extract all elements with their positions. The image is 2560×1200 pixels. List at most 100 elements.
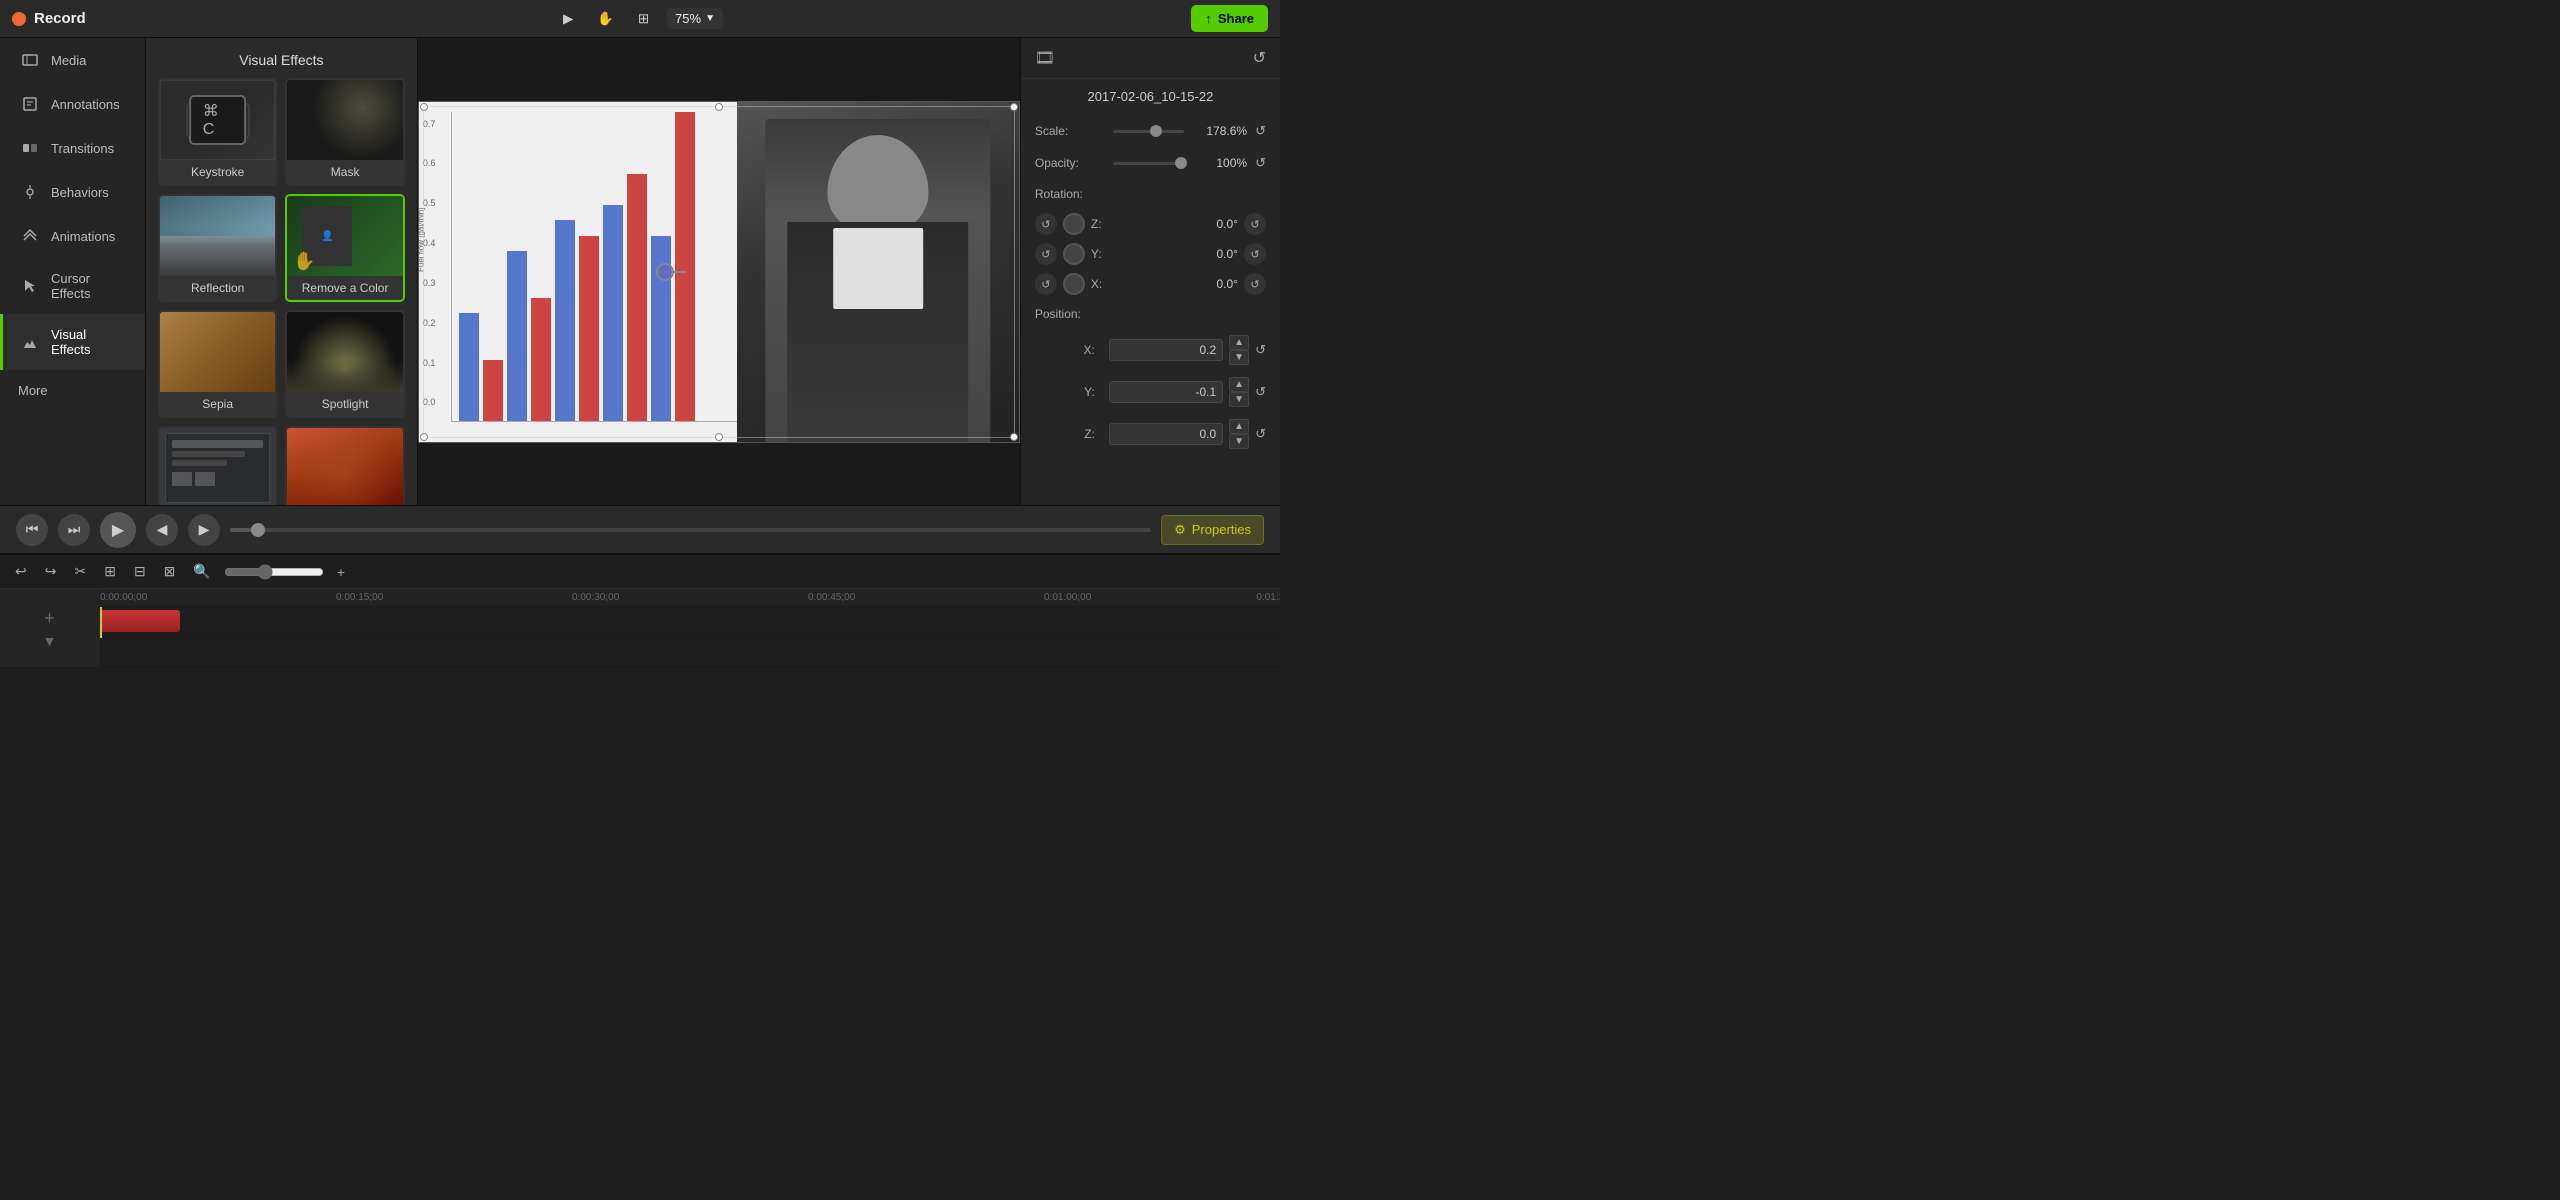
- z-rotation-dial[interactable]: [1063, 213, 1085, 235]
- undo-button[interactable]: ↩: [10, 561, 32, 582]
- sidebar-more[interactable]: More: [0, 370, 145, 411]
- pos-y-reset-button[interactable]: ↺: [1255, 384, 1266, 400]
- timeline-playhead[interactable]: [100, 607, 102, 638]
- effects-grid: ⌘ C ⌘ C Keystroke Mask: [146, 78, 417, 505]
- sidebar-item-transitions[interactable]: Transitions: [0, 126, 145, 170]
- pos-y-up-button[interactable]: ▲: [1229, 377, 1249, 392]
- properties-panel: 🎞 ↺ 2017-02-06_10-15-22 Scale: 178.6% ↺ …: [1020, 38, 1280, 505]
- effect-remove-color[interactable]: 👤 ✋ Remove a Color: [285, 194, 404, 302]
- chart-area: 0.70.60.50.40.30.20.10.0: [419, 102, 749, 442]
- pos-y-spinner[interactable]: ▲ ▼: [1229, 377, 1249, 407]
- sidebar-item-label: Visual Effects: [51, 327, 127, 357]
- pos-x-up-button[interactable]: ▲: [1229, 335, 1249, 350]
- share-button[interactable]: ↑ Share: [1191, 5, 1268, 32]
- properties-button[interactable]: ⚙ Properties: [1161, 515, 1264, 545]
- pos-x-input[interactable]: [1109, 339, 1223, 361]
- y-axis-label: Y:: [1091, 247, 1111, 261]
- zoom-in-button[interactable]: +: [332, 562, 350, 582]
- zoom-slider[interactable]: [224, 564, 324, 580]
- topbar: Record ▶ ✋ ⊞ 75% ▼ ↑ Share: [0, 0, 1280, 38]
- effect-spotlight[interactable]: Spotlight: [285, 310, 404, 418]
- pos-x-reset-button[interactable]: ↺: [1255, 342, 1266, 358]
- zoom-control[interactable]: 75% ▼: [667, 8, 723, 29]
- x-rotation-dial[interactable]: [1063, 273, 1085, 295]
- keystroke-thumb: ⌘ C ⌘ C: [160, 80, 275, 160]
- redo-button[interactable]: ↪: [40, 561, 62, 582]
- rewind-button[interactable]: ⏮: [16, 514, 48, 546]
- z-rotate-ccw-button[interactable]: ↺: [1035, 213, 1057, 235]
- opacity-slider-thumb[interactable]: [1175, 157, 1187, 169]
- copy-button[interactable]: ⊞: [99, 561, 121, 582]
- effect-more1[interactable]: [158, 426, 277, 505]
- playback-timeline[interactable]: [230, 528, 1151, 532]
- y-axis-value: 0.0°: [1117, 247, 1238, 261]
- split-button[interactable]: ⊠: [159, 561, 181, 582]
- sidebar-item-visual-effects[interactable]: Visual Effects: [0, 314, 145, 370]
- y-rotate-ccw-button[interactable]: ↺: [1035, 243, 1057, 265]
- center-handle[interactable]: [656, 263, 674, 281]
- opacity-slider[interactable]: [1113, 162, 1184, 165]
- more-label: More: [18, 383, 48, 398]
- sidebar-item-label: Behaviors: [51, 185, 109, 200]
- x-reset-button[interactable]: ↺: [1244, 273, 1266, 295]
- scale-reset-button[interactable]: ↺: [1255, 123, 1266, 139]
- playback-bar: ⏮ ⏭ ▶ ◀ ▶ ⚙ Properties: [0, 505, 1280, 553]
- film-icon: 🎞: [1035, 48, 1055, 68]
- effect-mask[interactable]: Mask: [285, 78, 404, 186]
- y-reset-button[interactable]: ↺: [1244, 243, 1266, 265]
- gear-icon: ⚙: [1174, 522, 1186, 538]
- effect-more2[interactable]: [285, 426, 404, 505]
- expand-track-button[interactable]: ▼: [43, 633, 57, 649]
- properties-btn-label: Properties: [1192, 522, 1251, 537]
- canvas-area: 0.70.60.50.40.30.20.10.0: [418, 38, 1020, 505]
- add-track-button[interactable]: +: [44, 608, 55, 629]
- sidebar-item-animations[interactable]: Animations: [0, 214, 145, 258]
- crop-tool-btn[interactable]: ⊞: [632, 7, 655, 31]
- sidebar-item-cursor-effects[interactable]: Cursor Effects: [0, 258, 145, 314]
- effect-sepia[interactable]: Sepia: [158, 310, 277, 418]
- z-reset-button[interactable]: ↺: [1244, 213, 1266, 235]
- cut-button[interactable]: ✂: [69, 561, 91, 582]
- play-button[interactable]: ▶: [100, 512, 136, 548]
- record-area: Record: [12, 10, 86, 27]
- ruler-mark-5: 0:01:15;00: [1256, 592, 1280, 603]
- pos-x-down-button[interactable]: ▼: [1229, 350, 1249, 365]
- playback-thumb[interactable]: [251, 523, 265, 537]
- timeline-main: + ▼ 0:00:00;00 0:00:15;00 0:00:30;00 0:0…: [0, 589, 1280, 667]
- pos-z-input[interactable]: [1109, 423, 1223, 445]
- timeline-clip-1[interactable]: [100, 610, 180, 632]
- sidebar-item-media[interactable]: Media: [0, 38, 145, 82]
- pos-z-down-button[interactable]: ▼: [1229, 434, 1249, 449]
- keystroke-label: Keystroke: [160, 160, 275, 184]
- effect-keystroke[interactable]: ⌘ C ⌘ C Keystroke: [158, 78, 277, 186]
- pos-z-spinner[interactable]: ▲ ▼: [1229, 419, 1249, 449]
- pos-y-down-button[interactable]: ▼: [1229, 392, 1249, 407]
- sidebar-item-behaviors[interactable]: Behaviors: [0, 170, 145, 214]
- properties-reset-button[interactable]: ↺: [1253, 48, 1266, 68]
- sidebar-item-label: Annotations: [51, 97, 120, 112]
- opacity-label: Opacity:: [1035, 156, 1105, 170]
- scale-slider-thumb[interactable]: [1150, 125, 1162, 137]
- zoom-out-button[interactable]: 🔍: [188, 561, 215, 582]
- paste-button[interactable]: ⊟: [129, 561, 151, 582]
- pos-x-spinner[interactable]: ▲ ▼: [1229, 335, 1249, 365]
- prev-frame-button[interactable]: ◀: [146, 514, 178, 546]
- sidebar-item-annotations[interactable]: Annotations: [0, 82, 145, 126]
- center-drag-group[interactable]: [656, 271, 686, 273]
- pan-tool-btn[interactable]: ✋: [591, 7, 620, 31]
- timeline-controls: ↩ ↪ ✂ ⊞ ⊟ ⊠ 🔍 +: [0, 555, 1280, 589]
- pos-z-reset-button[interactable]: ↺: [1255, 426, 1266, 442]
- next-frame-button[interactable]: ▶: [188, 514, 220, 546]
- scale-slider[interactable]: [1113, 130, 1184, 133]
- pos-y-input[interactable]: [1109, 381, 1223, 403]
- x-rotate-ccw-button[interactable]: ↺: [1035, 273, 1057, 295]
- opacity-reset-button[interactable]: ↺: [1255, 155, 1266, 171]
- pos-z-up-button[interactable]: ▲: [1229, 419, 1249, 434]
- step-forward-button[interactable]: ⏭: [58, 514, 90, 546]
- effect-reflection[interactable]: Reflection: [158, 194, 277, 302]
- y-rotation-dial[interactable]: [1063, 243, 1085, 265]
- props-scale-row: Scale: 178.6% ↺: [1021, 115, 1280, 147]
- spotlight-thumb: [287, 312, 402, 392]
- sidebar-item-label: Transitions: [51, 141, 114, 156]
- select-tool-btn[interactable]: ▶: [557, 7, 579, 31]
